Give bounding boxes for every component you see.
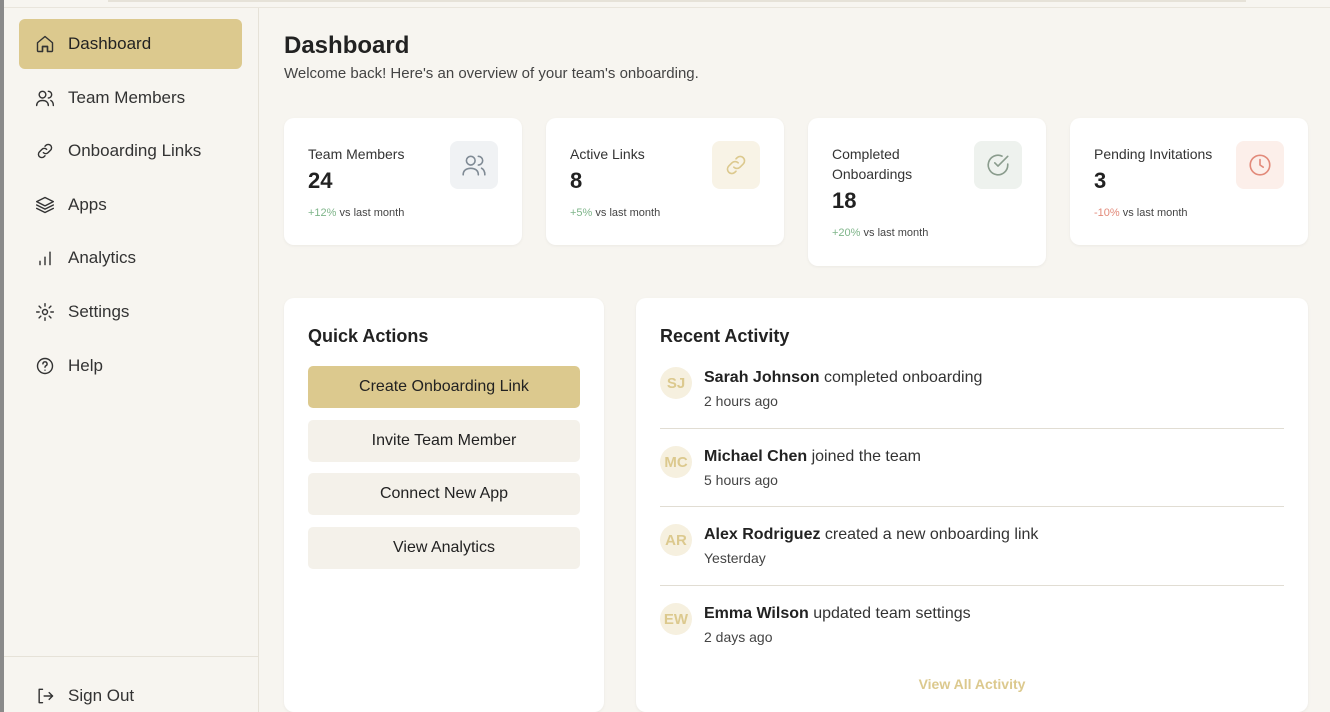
check-circle-icon xyxy=(974,141,1022,189)
sign-out-label: Sign Out xyxy=(68,686,135,705)
activity-item: SJ Sarah Johnson completed onboarding 2 … xyxy=(660,367,1284,429)
sidebar-item-label: Apps xyxy=(68,195,107,214)
sidebar-divider xyxy=(4,656,259,657)
stat-value: 8 xyxy=(570,168,583,193)
sidebar-item-label: Dashboard xyxy=(68,34,152,53)
home-icon xyxy=(35,34,55,54)
stat-value: 18 xyxy=(832,188,857,213)
stat-change-percent: -10% xyxy=(1094,207,1120,219)
stat-card-pending-invitations: Pending Invitations 3 -10% vs last month xyxy=(1070,118,1308,245)
users-icon xyxy=(450,141,498,189)
stat-label: Pending Invitations xyxy=(1094,146,1213,162)
avatar: SJ xyxy=(660,367,692,399)
page-subtitle: Welcome back! Here's an overview of your… xyxy=(284,65,699,82)
stat-change: +20% vs last month xyxy=(832,227,928,239)
stat-change-suffix: vs last month xyxy=(595,207,661,219)
avatar: EW xyxy=(660,603,692,635)
invite-team-member-button[interactable]: Invite Team Member xyxy=(308,420,580,462)
stat-change-suffix: vs last month xyxy=(1122,207,1188,219)
activity-text: Alex Rodriguez created a new onboarding … xyxy=(704,526,1038,544)
sidebar-item-label: Analytics xyxy=(68,248,137,267)
stat-change-percent: +5% xyxy=(570,207,593,219)
activity-time: Yesterday xyxy=(704,550,766,566)
activity-text: Sarah Johnson completed onboarding xyxy=(704,369,982,387)
sidebar-item-label: Team Members xyxy=(68,88,186,107)
stat-card-team-members: Team Members 24 +12% vs last month xyxy=(284,118,522,245)
recent-activity-panel: Recent Activity SJ Sarah Johnson complet… xyxy=(636,298,1308,712)
activity-action: updated team settings xyxy=(813,605,971,622)
avatar: AR xyxy=(660,524,692,556)
stat-value: 3 xyxy=(1094,168,1107,193)
activity-user[interactable]: Alex Rodriguez xyxy=(704,526,820,543)
link-icon xyxy=(35,141,55,161)
layers-icon xyxy=(35,195,55,215)
quick-actions-panel: Quick Actions Create Onboarding Link Inv… xyxy=(284,298,604,712)
stat-label: Active Links xyxy=(570,146,645,162)
sidebar-item-dashboard[interactable]: Dashboard xyxy=(19,19,242,69)
activity-item: EW Emma Wilson updated team settings 2 d… xyxy=(660,603,1284,653)
top-strip xyxy=(0,0,1330,8)
quick-actions-title: Quick Actions xyxy=(308,326,429,346)
activity-action: completed onboarding xyxy=(824,369,983,386)
activity-text: Michael Chen joined the team xyxy=(704,448,921,466)
sidebar-item-team-members[interactable]: Team Members xyxy=(19,73,242,123)
activity-user[interactable]: Emma Wilson xyxy=(704,605,809,622)
users-icon xyxy=(35,88,55,108)
main-content: Dashboard Welcome back! Here's an overvi… xyxy=(260,8,1330,712)
stat-change-suffix: vs last month xyxy=(339,207,405,219)
link-icon xyxy=(712,141,760,189)
sidebar-item-label: Help xyxy=(68,356,103,375)
view-all-activity-link[interactable]: View All Activity xyxy=(636,676,1308,692)
activity-action: joined the team xyxy=(811,448,921,465)
sidebar-item-analytics[interactable]: Analytics xyxy=(19,233,242,283)
top-bar xyxy=(108,0,1246,2)
stat-change: +12% vs last month xyxy=(308,207,404,219)
activity-item: AR Alex Rodriguez created a new onboardi… xyxy=(660,524,1284,586)
help-circle-icon xyxy=(35,356,55,376)
sidebar-item-label: Settings xyxy=(68,302,130,321)
sidebar-item-label: Onboarding Links xyxy=(68,141,202,160)
activity-item: MC Michael Chen joined the team 5 hours … xyxy=(660,446,1284,507)
stat-card-active-links: Active Links 8 +5% vs last month xyxy=(546,118,784,245)
stat-change-percent: +12% xyxy=(308,207,337,219)
activity-text: Emma Wilson updated team settings xyxy=(704,605,971,623)
gear-icon xyxy=(35,302,55,322)
activity-time: 5 hours ago xyxy=(704,472,778,488)
activity-user[interactable]: Michael Chen xyxy=(704,448,807,465)
sign-out-button[interactable]: Sign Out xyxy=(19,671,242,712)
activity-time: 2 hours ago xyxy=(704,393,778,409)
view-analytics-button[interactable]: View Analytics xyxy=(308,527,580,569)
clock-icon xyxy=(1236,141,1284,189)
page-title: Dashboard xyxy=(284,32,410,59)
sidebar-item-onboarding-links[interactable]: Onboarding Links xyxy=(19,126,242,176)
sign-out-icon xyxy=(35,686,55,706)
stat-card-completed-onboardings: Completed Onboardings 18 +20% vs last mo… xyxy=(808,118,1046,266)
connect-new-app-button[interactable]: Connect New App xyxy=(308,473,580,515)
stat-change-percent: +20% xyxy=(832,227,861,239)
create-onboarding-link-button[interactable]: Create Onboarding Link xyxy=(308,366,580,408)
activity-user[interactable]: Sarah Johnson xyxy=(704,369,820,386)
activity-action: created a new onboarding link xyxy=(824,526,1039,543)
stat-value: 24 xyxy=(308,168,333,193)
sidebar-item-apps[interactable]: Apps xyxy=(19,180,242,230)
stat-change: -10% vs last month xyxy=(1094,207,1188,219)
stat-change-suffix: vs last month xyxy=(863,227,929,239)
stat-change: +5% vs last month xyxy=(570,207,660,219)
recent-activity-title: Recent Activity xyxy=(660,326,790,346)
sidebar: Dashboard Team Members Onboarding Links … xyxy=(4,8,259,712)
stat-label: Team Members xyxy=(308,146,405,162)
bar-chart-icon xyxy=(35,248,55,268)
sidebar-item-help[interactable]: Help xyxy=(19,341,242,391)
sidebar-item-settings[interactable]: Settings xyxy=(19,287,242,337)
stat-label: Completed Onboardings xyxy=(832,146,913,182)
activity-time: 2 days ago xyxy=(704,629,773,645)
avatar: MC xyxy=(660,446,692,478)
